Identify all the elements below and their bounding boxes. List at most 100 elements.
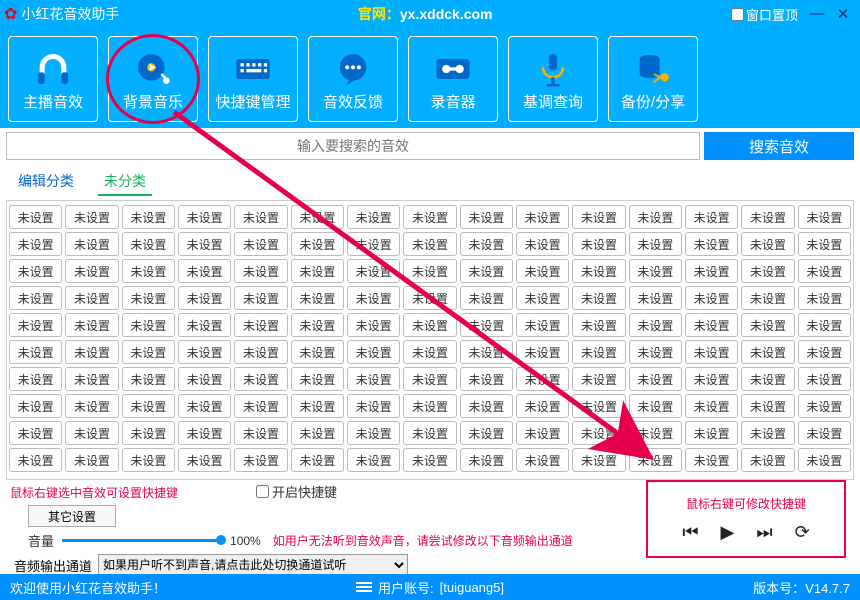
sound-cell[interactable]: 未设置: [122, 286, 175, 310]
sound-cell[interactable]: 未设置: [572, 313, 625, 337]
sound-cell[interactable]: 未设置: [65, 313, 118, 337]
sound-cell[interactable]: 未设置: [9, 313, 62, 337]
play-icon[interactable]: ▶: [721, 522, 735, 543]
sound-cell[interactable]: 未设置: [65, 421, 118, 445]
search-button[interactable]: 搜索音效: [704, 132, 854, 160]
sound-cell[interactable]: 未设置: [629, 313, 682, 337]
sound-cell[interactable]: 未设置: [9, 232, 62, 256]
sound-cell[interactable]: 未设置: [122, 340, 175, 364]
prev-icon[interactable]: ⏮: [682, 522, 698, 543]
sound-cell[interactable]: 未设置: [572, 205, 625, 229]
sound-cell[interactable]: 未设置: [234, 259, 287, 283]
menu-icon[interactable]: [356, 580, 372, 594]
sound-cell[interactable]: 未设置: [9, 205, 62, 229]
sound-cell[interactable]: 未设置: [65, 286, 118, 310]
sound-cell[interactable]: 未设置: [572, 286, 625, 310]
sound-cell[interactable]: 未设置: [403, 205, 456, 229]
sound-cell[interactable]: 未设置: [798, 259, 851, 283]
pin-checkbox[interactable]: 窗口置顶: [731, 5, 798, 24]
sound-cell[interactable]: 未设置: [798, 205, 851, 229]
sound-cell[interactable]: 未设置: [629, 259, 682, 283]
sound-cell[interactable]: 未设置: [9, 448, 62, 472]
sound-cell[interactable]: 未设置: [403, 340, 456, 364]
sound-cell[interactable]: 未设置: [629, 340, 682, 364]
sound-cell[interactable]: 未设置: [122, 313, 175, 337]
sound-cell[interactable]: 未设置: [178, 205, 231, 229]
volume-slider[interactable]: [62, 539, 222, 542]
sound-cell[interactable]: 未设置: [798, 340, 851, 364]
sound-cell[interactable]: 未设置: [9, 340, 62, 364]
sound-cell[interactable]: 未设置: [178, 286, 231, 310]
sound-cell[interactable]: 未设置: [65, 448, 118, 472]
sound-cell[interactable]: 未设置: [741, 313, 794, 337]
tab-未分类[interactable]: 未分类: [98, 168, 152, 196]
next-icon[interactable]: ⏭: [756, 522, 772, 543]
sound-cell[interactable]: 未设置: [741, 286, 794, 310]
sound-cell[interactable]: 未设置: [403, 448, 456, 472]
sound-cell[interactable]: 未设置: [629, 421, 682, 445]
sound-cell[interactable]: 未设置: [798, 313, 851, 337]
toolbar-headphones[interactable]: 主播音效: [8, 36, 98, 122]
sound-cell[interactable]: 未设置: [516, 340, 569, 364]
sound-cell[interactable]: 未设置: [178, 259, 231, 283]
sound-cell[interactable]: 未设置: [685, 340, 738, 364]
sound-cell[interactable]: 未设置: [460, 286, 513, 310]
tab-编辑分类[interactable]: 编辑分类: [12, 168, 80, 196]
sound-cell[interactable]: 未设置: [629, 232, 682, 256]
sound-cell[interactable]: 未设置: [291, 421, 344, 445]
sound-cell[interactable]: 未设置: [798, 448, 851, 472]
sound-cell[interactable]: 未设置: [572, 259, 625, 283]
sound-cell[interactable]: 未设置: [122, 205, 175, 229]
sound-cell[interactable]: 未设置: [178, 313, 231, 337]
sound-cell[interactable]: 未设置: [460, 367, 513, 391]
sound-cell[interactable]: 未设置: [291, 286, 344, 310]
sound-cell[interactable]: 未设置: [798, 232, 851, 256]
sound-cell[interactable]: 未设置: [403, 367, 456, 391]
toolbar-chat[interactable]: 音效反馈: [308, 36, 398, 122]
sound-cell[interactable]: 未设置: [122, 421, 175, 445]
sound-cell[interactable]: 未设置: [798, 394, 851, 418]
close-button[interactable]: ✕: [830, 5, 856, 23]
sound-cell[interactable]: 未设置: [9, 367, 62, 391]
loop-icon[interactable]: ⟳: [795, 522, 810, 543]
sound-cell[interactable]: 未设置: [347, 286, 400, 310]
sound-cell[interactable]: 未设置: [178, 340, 231, 364]
sound-cell[interactable]: 未设置: [685, 394, 738, 418]
sound-cell[interactable]: 未设置: [629, 448, 682, 472]
sound-cell[interactable]: 未设置: [741, 205, 794, 229]
sound-cell[interactable]: 未设置: [347, 394, 400, 418]
sound-cell[interactable]: 未设置: [741, 367, 794, 391]
minimize-button[interactable]: —: [804, 5, 830, 23]
sound-cell[interactable]: 未设置: [347, 205, 400, 229]
sound-cell[interactable]: 未设置: [234, 421, 287, 445]
sound-cell[interactable]: 未设置: [685, 259, 738, 283]
sound-cell[interactable]: 未设置: [516, 232, 569, 256]
sound-cell[interactable]: 未设置: [234, 313, 287, 337]
sound-cell[interactable]: 未设置: [65, 232, 118, 256]
sound-cell[interactable]: 未设置: [347, 448, 400, 472]
toolbar-music-disc[interactable]: 背景音乐: [108, 36, 198, 122]
sound-cell[interactable]: 未设置: [741, 421, 794, 445]
sound-cell[interactable]: 未设置: [234, 367, 287, 391]
sound-cell[interactable]: 未设置: [516, 394, 569, 418]
sound-cell[interactable]: 未设置: [403, 259, 456, 283]
sound-cell[interactable]: 未设置: [403, 232, 456, 256]
sound-cell[interactable]: 未设置: [178, 421, 231, 445]
sound-cell[interactable]: 未设置: [9, 286, 62, 310]
sound-cell[interactable]: 未设置: [460, 205, 513, 229]
sound-cell[interactable]: 未设置: [178, 232, 231, 256]
sound-cell[interactable]: 未设置: [291, 367, 344, 391]
pin-checkbox-input[interactable]: [731, 8, 744, 21]
sound-cell[interactable]: 未设置: [234, 286, 287, 310]
sound-cell[interactable]: 未设置: [460, 259, 513, 283]
sound-cell[interactable]: 未设置: [234, 394, 287, 418]
sound-cell[interactable]: 未设置: [798, 421, 851, 445]
sound-cell[interactable]: 未设置: [516, 313, 569, 337]
sound-cell[interactable]: 未设置: [291, 232, 344, 256]
sound-cell[interactable]: 未设置: [798, 367, 851, 391]
sound-cell[interactable]: 未设置: [685, 286, 738, 310]
sound-cell[interactable]: 未设置: [234, 448, 287, 472]
sound-cell[interactable]: 未设置: [572, 394, 625, 418]
sound-cell[interactable]: 未设置: [572, 367, 625, 391]
sound-cell[interactable]: 未设置: [516, 259, 569, 283]
